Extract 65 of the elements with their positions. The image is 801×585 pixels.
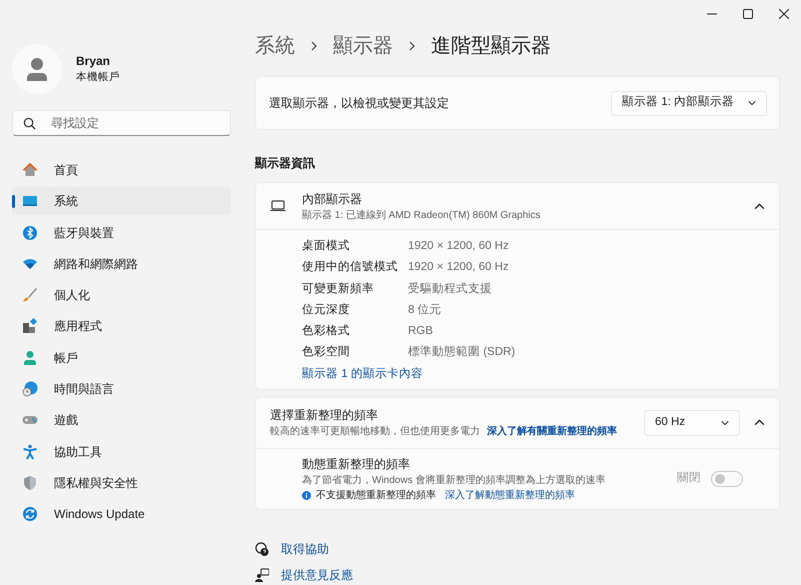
account-type: 本機帳戶 [76,70,120,86]
help-chat-icon [255,542,269,556]
sidebar-item[interactable]: 隱私權與安全性 [12,468,231,497]
property-label: 桌面模式 [302,238,351,254]
sidebar-item[interactable]: 時間與語言 [12,375,231,404]
card-title: 內部顯示器 [302,190,363,208]
breadcrumb-item: 進階型顯示器 [431,34,551,59]
property-label: 色彩空間 [302,344,351,360]
breadcrumb-item[interactable]: 顯示器 [333,31,393,61]
property-value: 1920 × 1200, 60 Hz [408,260,510,276]
feedback-person-icon [255,568,269,582]
house-icon [22,162,38,178]
maximize-icon[interactable] [743,9,753,19]
bluetooth-icon [22,224,38,241]
display-dropdown[interactable]: 顯示器 1: 內部顯示器 [611,90,767,116]
close-icon[interactable] [779,9,789,19]
card-description: 較高的速率可更順暢地移動，但也使用更多電力 深入了解有關重新整理的頻率 [270,424,618,440]
setting-label: 選取顯示器，以檢視或變更其設定 [269,95,449,112]
breadcrumb-item[interactable]: 系統 [255,31,295,61]
property-value: 標準動態範圍 (SDR) [408,344,516,360]
property-label: 可變更新頻率 [302,281,375,296]
sidebar-item[interactable]: 個人化 [12,281,231,310]
footer-link[interactable]: 取得協助 [281,540,329,558]
setting-description: 為了節省電力，Windows 會將重新整理的頻率調整為上方選取的速率 [302,474,606,488]
chevron-right-icon [407,41,417,51]
card-subtitle: 顯示器 1: 已連線到 AMD Radeon(TM) 860M Graphics [302,208,542,222]
chevron-down-icon [748,99,756,107]
sidebar-item[interactable]: 遊戲 [12,406,231,434]
section-heading: 顯示器資訊 [255,155,316,172]
toggle-state-label: 關閉 [677,471,701,486]
refresh-rate-dropdown[interactable]: 60 Hz [644,410,740,436]
sidebar-item[interactable]: 應用程式 [12,312,231,340]
card-title: 選擇重新整理的頻率 [270,407,379,424]
property-value: RGB [408,324,434,339]
sidebar-item[interactable]: 帳戶 [12,344,231,372]
sidebar-item[interactable]: 藍牙與裝置 [12,218,231,247]
sidebar-item[interactable]: 協助工具 [12,438,231,466]
brush-icon [22,287,38,304]
info-icon [302,490,311,500]
chevron-down-icon [721,418,729,427]
shield-icon [22,474,38,491]
search-field[interactable]: 尋找設定 [12,110,231,136]
apps-icon [22,318,38,334]
refresh-arrows-icon [22,506,38,522]
sidebar-item[interactable]: 首頁 [12,156,231,184]
person-icon [22,350,38,366]
property-value: 受驅動程式支援 [408,281,493,296]
user-name: Bryan [76,53,112,70]
info-note: 不支援動態重新整理的頻率 [316,488,436,503]
learn-more-link[interactable]: 深入了解有關重新整理的頻率 [486,426,617,438]
sidebar-item[interactable]: 系統 [12,187,231,216]
property-label: 使用中的信號模式 [302,260,399,276]
property-value: 1920 × 1200, 60 Hz [408,239,510,254]
property-value: 8 位元 [408,302,443,318]
sidebar-item[interactable]: Windows Update [12,500,231,528]
chevron-right-icon [309,41,319,51]
accessibility-icon [22,444,38,460]
sidebar-item[interactable]: 網路和網際網路 [12,250,231,278]
globe-clock-icon [22,381,38,398]
property-label: 位元深度 [302,302,351,318]
laptop-icon [270,200,286,212]
adapter-properties-link[interactable]: 顯示器 1 的顯示卡內容 [302,366,423,383]
property-label: 色彩格式 [302,324,351,339]
footer-link[interactable]: 提供意見反應 [281,566,353,584]
setting-title: 動態重新整理的頻率 [302,456,411,473]
